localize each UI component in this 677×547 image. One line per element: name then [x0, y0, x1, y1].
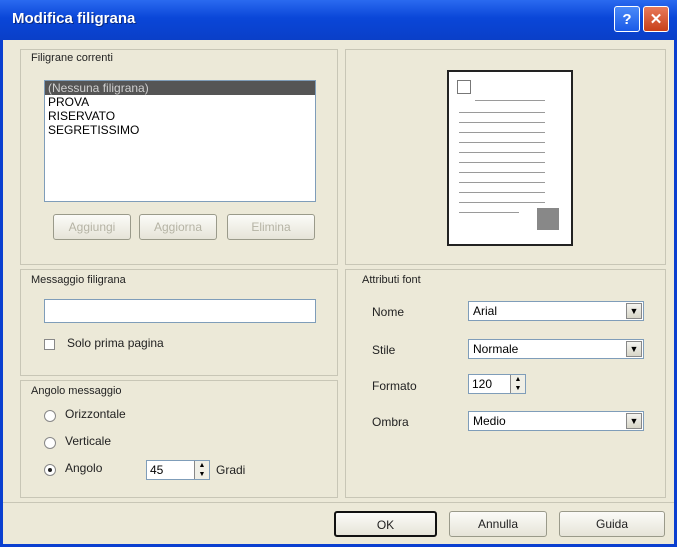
degrees-label: Gradi [216, 463, 246, 477]
delete-button[interactable]: Elimina [227, 214, 315, 240]
window-title: Modifica filigrana [12, 10, 136, 27]
add-button[interactable]: Aggiungi [53, 214, 131, 240]
angle-degrees-stepper[interactable]: 45 ▲ ▼ [146, 460, 210, 480]
font-size-value: 120 [472, 377, 493, 391]
font-style-value: Normale [473, 342, 519, 356]
font-style-label: Stile [372, 343, 396, 357]
watermark-dialog: Modifica filigrana ? ✕ Filigrane corrent… [0, 0, 677, 547]
close-button[interactable]: ✕ [643, 6, 669, 32]
watermark-message-input[interactable] [44, 299, 316, 323]
update-button[interactable]: Aggiorna [139, 214, 217, 240]
list-item[interactable]: SEGRETISSIMO [45, 123, 315, 137]
title-bar[interactable]: Modifica filigrana ? ✕ [0, 0, 677, 40]
list-item[interactable]: PROVA [45, 95, 315, 109]
preview-line [459, 152, 545, 153]
chevron-down-icon[interactable]: ▼ [626, 303, 642, 319]
watermark-corner-icon [457, 80, 471, 94]
chevron-down-icon[interactable]: ▼ [626, 341, 642, 357]
spin-arrows-icon[interactable]: ▲ ▼ [510, 375, 525, 393]
preview-line [459, 162, 545, 163]
preview-line [459, 202, 545, 203]
angle-legend: Angolo messaggio [29, 385, 124, 397]
font-shade-value: Medio [473, 414, 506, 428]
preview-line [459, 172, 545, 173]
page-preview [447, 70, 573, 246]
horizontal-radio[interactable] [44, 410, 56, 422]
font-size-stepper[interactable]: 120 ▲ ▼ [468, 374, 526, 394]
current-watermarks-legend: Filigrane correnti [29, 52, 115, 64]
chevron-down-icon[interactable]: ▼ [626, 413, 642, 429]
horizontal-label: Orizzontale [65, 407, 126, 421]
footer-divider [3, 502, 674, 503]
preview-line [459, 112, 545, 113]
font-name-label: Nome [372, 305, 405, 319]
ok-button[interactable]: OK [334, 511, 437, 537]
preview-line [475, 100, 545, 101]
spin-arrows-icon[interactable]: ▲ ▼ [194, 461, 209, 479]
font-shade-select[interactable]: Medio ▼ [468, 411, 644, 431]
preview-line [459, 182, 545, 183]
first-page-only-checkbox[interactable] [44, 339, 55, 350]
vertical-radio[interactable] [44, 437, 56, 449]
font-style-select[interactable]: Normale ▼ [468, 339, 644, 359]
list-item[interactable]: (Nessuna filigrana) [45, 81, 315, 95]
list-item[interactable]: RISERVATO [45, 109, 315, 123]
angle-radio[interactable] [44, 464, 56, 476]
angle-label: Angolo [65, 461, 103, 475]
preview-line [459, 192, 545, 193]
first-page-only-label: Solo prima pagina [67, 336, 164, 350]
font-name-value: Arial [473, 304, 498, 318]
font-size-label: Formato [372, 379, 417, 393]
cancel-button[interactable]: Annulla [449, 511, 547, 537]
vertical-label: Verticale [65, 434, 112, 448]
font-attributes-legend: Attributi font [360, 274, 423, 286]
help-button[interactable]: Guida [559, 511, 665, 537]
preview-line [459, 122, 545, 123]
help-title-button[interactable]: ? [614, 6, 640, 32]
angle-degrees-value: 45 [150, 463, 164, 477]
preview-line [459, 132, 545, 133]
preview-block [537, 208, 559, 230]
preview-line [459, 142, 545, 143]
font-shade-label: Ombra [372, 415, 409, 429]
preview-line [459, 212, 519, 213]
message-legend: Messaggio filigrana [29, 274, 128, 286]
watermark-list[interactable]: (Nessuna filigrana) PROVA RISERVATO SEGR… [44, 80, 316, 202]
font-name-select[interactable]: Arial ▼ [468, 301, 644, 321]
